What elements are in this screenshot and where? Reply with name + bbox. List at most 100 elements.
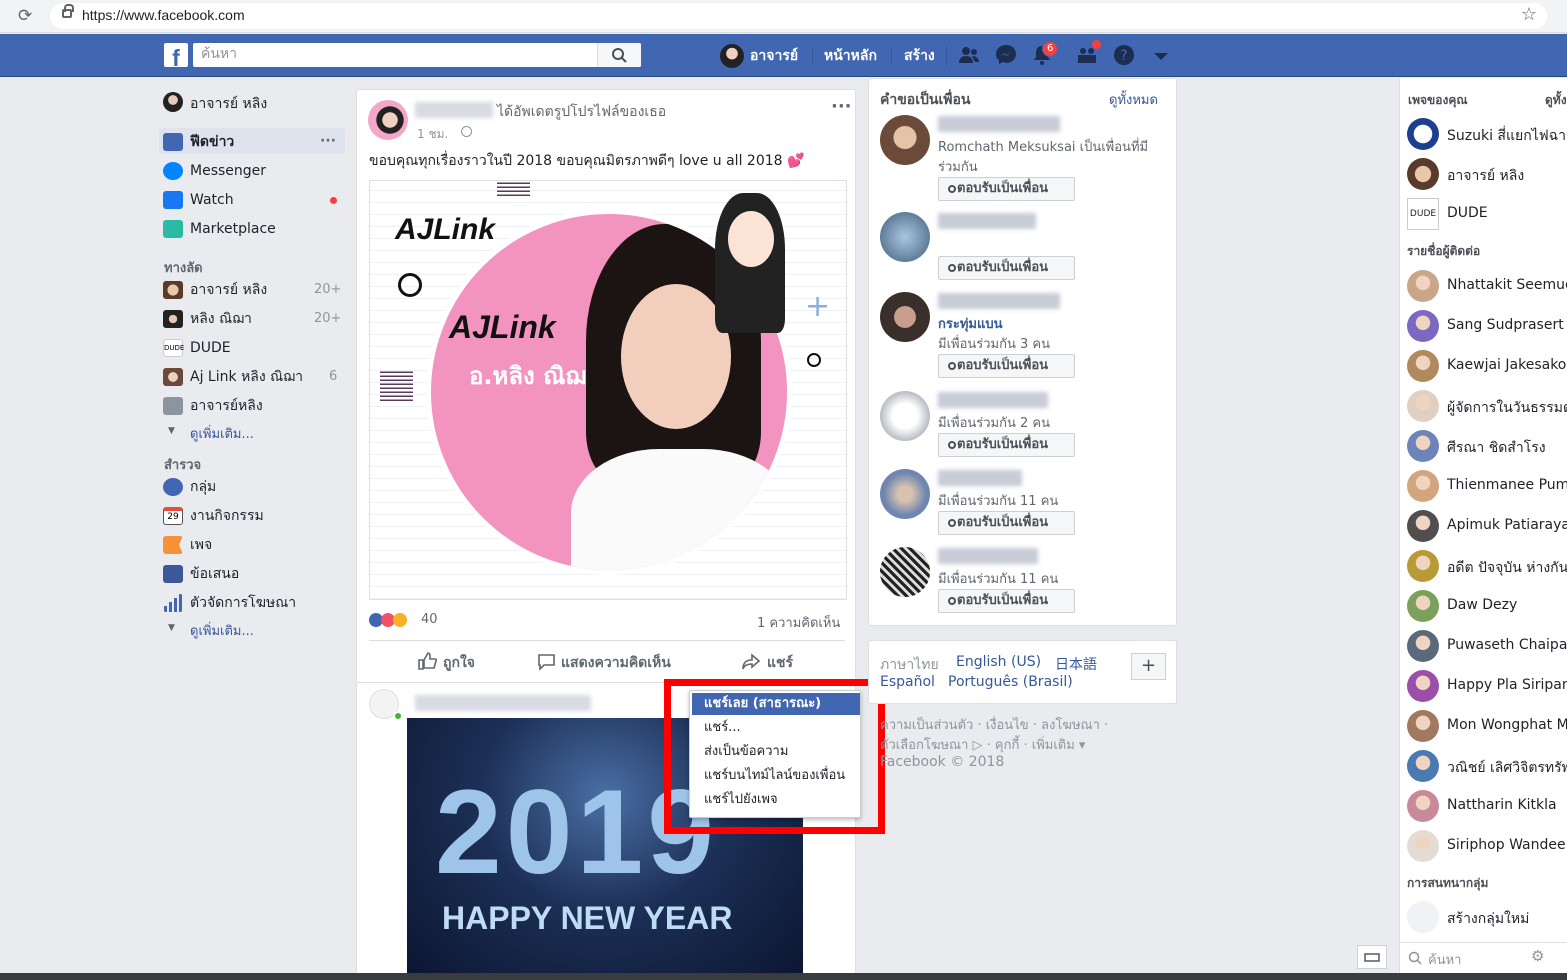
friend-request-avatar[interactable] <box>880 469 930 519</box>
contact-item[interactable]: ผู้จัดการในวันธรรมด... <box>1407 390 1567 422</box>
profile-photo-image[interactable]: AJLink AJLink อ.หลิง ณิฌา + <box>369 180 847 600</box>
friend-request-avatar[interactable] <box>880 212 930 262</box>
confirm-friend-button[interactable]: ตอบรับเป็นเพื่อน <box>938 177 1075 201</box>
address-bar[interactable]: https://www.facebook.com ☆ <box>50 3 1547 29</box>
url-text[interactable]: https://www.facebook.com <box>82 7 245 23</box>
footer-links[interactable]: ตัวเลือกโฆษณา ▷ · คุกกี้ · เพิ่มเติม ▾ <box>880 734 1085 755</box>
language-option[interactable]: English (US) <box>956 654 1041 670</box>
menu-item-send-as-message[interactable]: ส่งเป็นข้อความ <box>692 741 860 763</box>
search-input[interactable] <box>201 46 591 62</box>
new-content-dot <box>330 197 337 204</box>
contact-avatar <box>1407 350 1439 382</box>
contact-item[interactable]: Kaewjai Jakesakoon <box>1407 350 1567 382</box>
friend-request-avatar[interactable] <box>880 547 930 597</box>
profile-avatar[interactable] <box>720 44 744 68</box>
menu-item-share-now-public[interactable]: แชร์เลย (สาธารณะ) <box>692 693 860 715</box>
language-option[interactable]: Español <box>880 674 935 690</box>
post-time[interactable]: 1 ชม. <box>417 125 448 144</box>
page-item[interactable]: อาจารย์ หลิง <box>1407 158 1567 190</box>
explore-label: กลุ่ม <box>190 479 217 495</box>
help-icon[interactable]: ? <box>1113 44 1135 66</box>
contact-item[interactable]: Puwaseth Chaipa... <box>1407 630 1567 662</box>
contact-item[interactable]: Mon Wongphat M... <box>1407 710 1567 742</box>
facebook-logo-icon[interactable]: f <box>164 43 188 67</box>
user-avatar[interactable] <box>163 92 183 112</box>
blurred-requester-name[interactable] <box>938 470 1022 486</box>
reaction-icons[interactable] <box>369 611 421 629</box>
see-more-link[interactable]: ดูเพิ่มเติม... <box>190 620 254 641</box>
blurred-requester-name[interactable] <box>938 213 1036 229</box>
contact-item[interactable]: Apimuk Patiarayakul <box>1407 510 1567 542</box>
language-option[interactable]: 日本語 <box>1055 654 1097 674</box>
confirm-friend-button[interactable]: ตอบรับเป็นเพื่อน <box>938 354 1075 378</box>
contact-item[interactable]: Daw Dezy <box>1407 590 1567 622</box>
contact-item[interactable]: Thienmanee Pum... <box>1407 470 1567 502</box>
contact-item[interactable]: Siriphop Wandee <box>1407 830 1567 862</box>
reload-icon[interactable]: ⟳ <box>18 6 32 26</box>
contact-item[interactable]: Nattharin Kitkla <box>1407 790 1567 822</box>
search-box[interactable] <box>193 43 641 67</box>
contact-item[interactable]: ศีรณา ชิดสำโรง <box>1407 430 1567 462</box>
friend-request-mutual: มีเพื่อนร่วมกัน 11 คน <box>938 572 1059 587</box>
contact-item[interactable]: Sang Sudprasert <box>1407 310 1567 342</box>
share-button[interactable]: แชร์ <box>741 650 811 674</box>
see-all-pages-link[interactable]: ดูทั้ง <box>1545 91 1567 110</box>
keyboard-icon[interactable] <box>1357 945 1387 969</box>
friend-request-avatar[interactable] <box>880 292 930 342</box>
post-author-avatar[interactable] <box>368 100 408 140</box>
friend-request-avatar[interactable] <box>880 115 930 165</box>
confirm-friend-button[interactable]: ตอบรับเป็นเพื่อน <box>938 589 1075 613</box>
search-button[interactable] <box>597 43 641 67</box>
comment-button[interactable]: แสดงความคิดเห็น <box>537 650 687 674</box>
language-option[interactable]: Português (Brasil) <box>948 674 1073 690</box>
comment-count[interactable]: 1 ความคิดเห็น <box>757 612 840 633</box>
create-group-button[interactable]: สร้างกลุ่มใหม่ <box>1407 901 1567 933</box>
your-pages-heading: เพจของคุณ <box>1408 93 1468 107</box>
messenger-icon <box>163 162 183 180</box>
contact-name: Thienmanee Pum... <box>1447 477 1567 493</box>
blurred-requester-name[interactable] <box>938 293 1060 309</box>
confirm-friend-button[interactable]: ตอบรับเป็นเพื่อน <box>938 433 1075 457</box>
messenger-icon[interactable] <box>995 44 1017 66</box>
see-more-link[interactable]: ดูเพิ่มเติม... <box>190 423 254 444</box>
contact-item[interactable]: วณิชย์ เลิศวิจิตรทรัพย์ <box>1407 750 1567 782</box>
contact-item[interactable]: Happy Pla Siripanya <box>1407 670 1567 702</box>
reaction-count[interactable]: 40 <box>421 612 438 627</box>
add-language-button[interactable]: + <box>1131 653 1166 680</box>
footer-links[interactable]: ความเป็นส่วนตัว · เงื่อนไข · ลงโฆษณา · <box>880 714 1108 735</box>
friend-requests-icon[interactable] <box>958 44 980 66</box>
friend-request-mutual: Romchath Meksuksai เป็นเพื่อนที่มี <box>938 140 1149 155</box>
friend-request-avatar[interactable] <box>880 391 930 441</box>
chat-search-box[interactable]: ค้นหา ⚙ <box>1400 942 1567 973</box>
contact-avatar <box>1407 510 1439 542</box>
see-all-link[interactable]: ดูทั้งหมด <box>1109 89 1158 110</box>
create-link[interactable]: สร้าง <box>904 45 935 67</box>
blurred-author-name[interactable] <box>415 102 493 118</box>
page-item[interactable]: DUDE DUDE <box>1407 198 1567 230</box>
menu-item-share-on-friend-timeline[interactable]: แชร์บนไทม์ไลน์ของเพื่อน <box>692 765 860 787</box>
home-link[interactable]: หน้าหลัก <box>824 45 877 67</box>
more-options-icon[interactable]: ··· <box>320 133 336 149</box>
explore-label: ข้อเสนอ <box>190 566 240 582</box>
menu-item-share-to-page[interactable]: แชร์ไปยังเพจ <box>692 789 860 811</box>
confirm-friend-button[interactable]: ตอบรับเป็นเพื่อน <box>938 256 1075 280</box>
blurred-author-name[interactable] <box>415 695 591 711</box>
page-item[interactable]: Suzuki สี่แยกไฟฉาย <box>1407 118 1567 150</box>
post-options-icon[interactable]: ··· <box>831 96 852 117</box>
nav-label: Watch <box>190 192 234 208</box>
contact-item[interactable]: Nhattakit Seemued <box>1407 270 1567 302</box>
account-menu-arrow-icon[interactable] <box>1150 44 1172 66</box>
confirm-friend-button[interactable]: ตอบรับเป็นเพื่อน <box>938 511 1075 535</box>
like-button[interactable]: ถูกใจ <box>417 650 497 674</box>
decor-circle <box>398 273 422 297</box>
contact-item[interactable]: อดีต ปัจจุบัน ห่างกัน... <box>1407 550 1567 582</box>
groups-icon <box>163 478 183 496</box>
blurred-requester-name[interactable] <box>938 392 1048 408</box>
menu-item-share[interactable]: แชร์... <box>692 717 860 739</box>
blurred-requester-name[interactable] <box>938 548 1038 564</box>
profile-link[interactable]: อาจารย์ <box>750 45 798 67</box>
bookmark-star-icon[interactable]: ☆ <box>1521 4 1537 25</box>
profile-link[interactable]: อาจารย์ หลิง <box>190 93 267 115</box>
blurred-requester-name[interactable] <box>938 116 1060 132</box>
gear-icon[interactable]: ⚙ <box>1531 947 1544 965</box>
